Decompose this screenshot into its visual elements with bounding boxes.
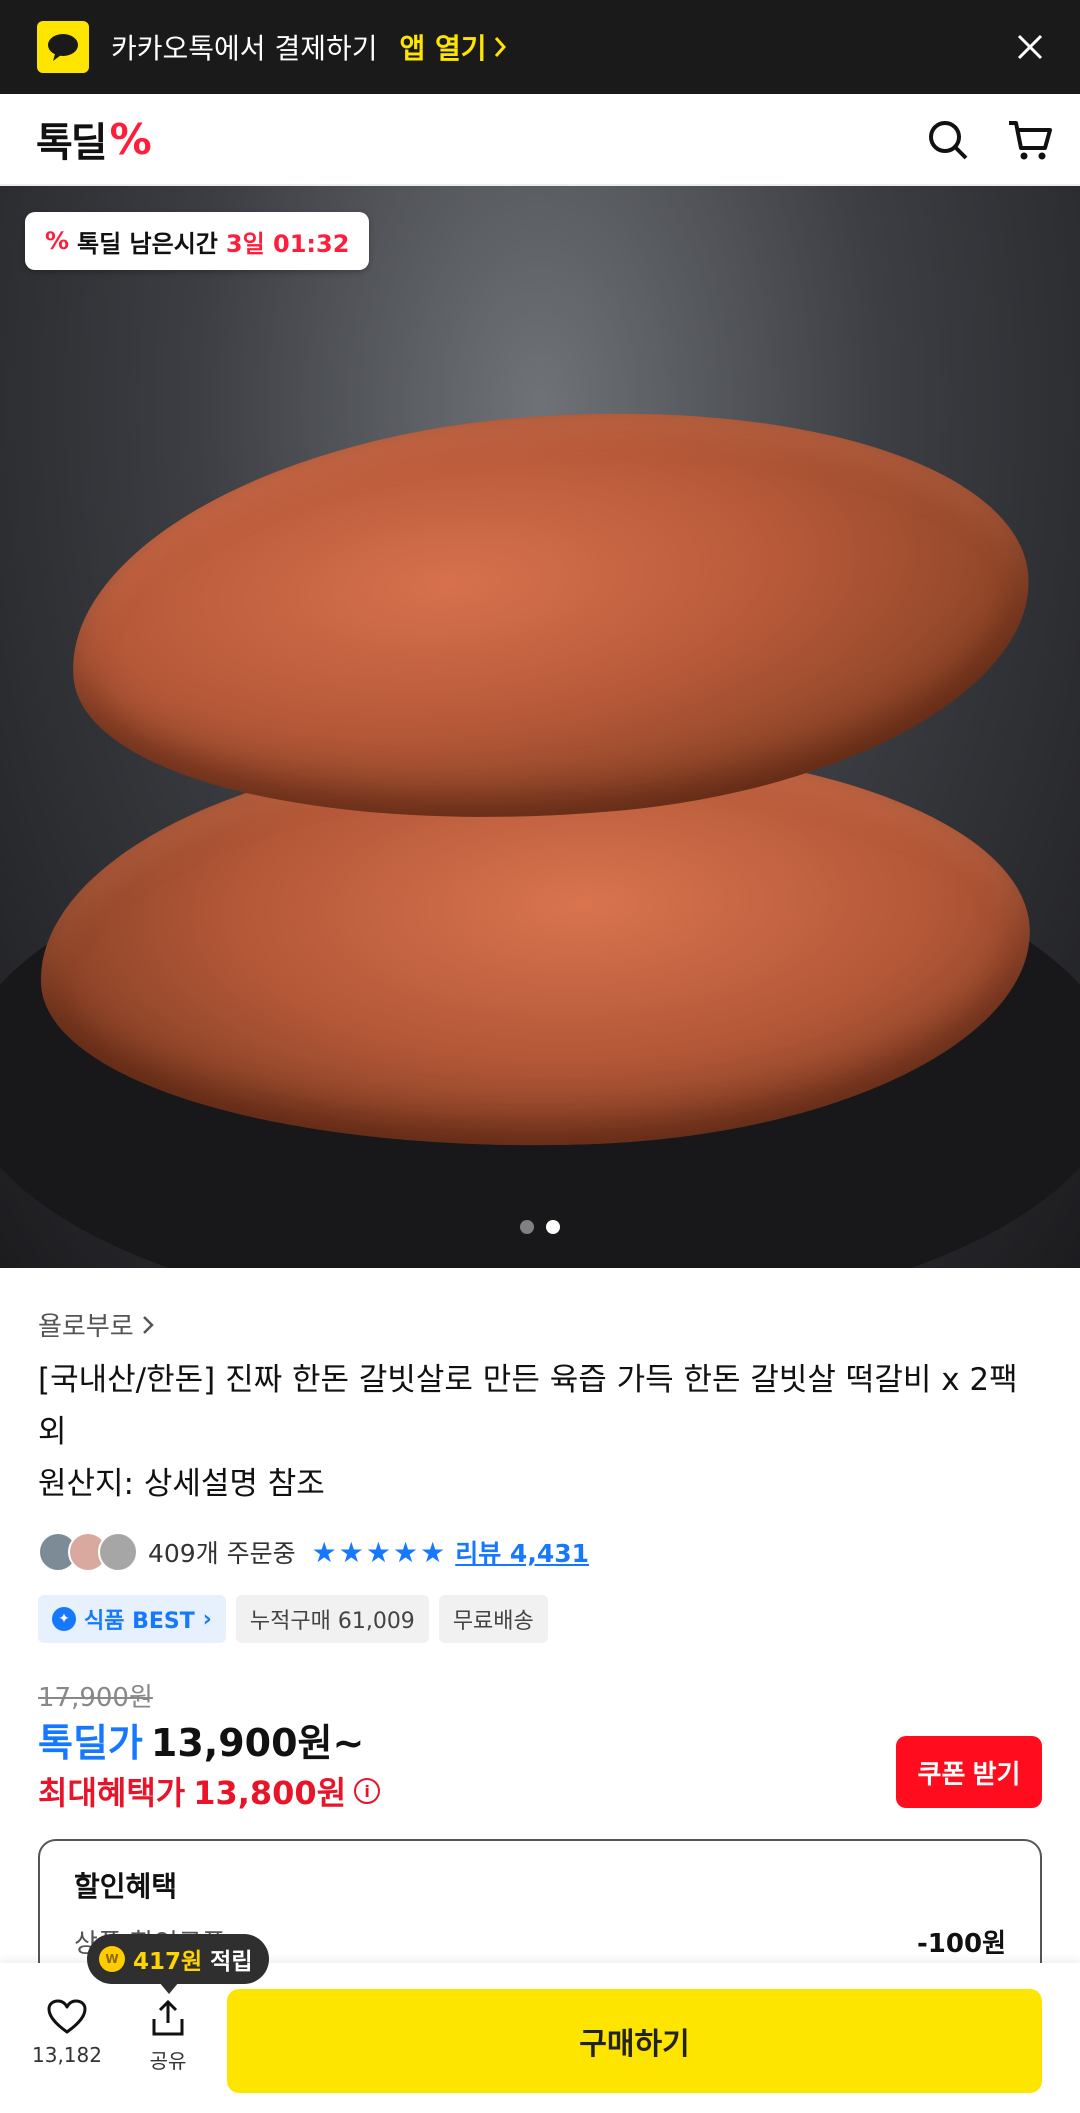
star-icon: ★ xyxy=(420,1535,446,1569)
deal-price-row: 톡딜가 13,900원~ xyxy=(38,1712,364,1767)
cumulative-purchase-tag: 누적구매 61,009 xyxy=(235,1595,429,1643)
star-icon: ★ xyxy=(311,1535,337,1569)
brand-mark: % xyxy=(109,114,152,164)
product-photo-top-patty xyxy=(54,374,1046,858)
kakao-banner[interactable]: 카카오톡에서 결제하기 앱 열기 xyxy=(0,0,1080,94)
percent-icon: % xyxy=(45,227,70,255)
close-icon[interactable] xyxy=(1006,23,1054,71)
seller-link[interactable]: 욜로부로 xyxy=(38,1306,154,1343)
carousel-indicator xyxy=(0,1220,1080,1234)
open-app-link[interactable]: 앱 열기 xyxy=(400,27,507,67)
free-shipping-tag: 무료배송 xyxy=(438,1595,548,1643)
kakao-banner-text: 카카오톡에서 결제하기 xyxy=(111,32,378,65)
coin-icon: W xyxy=(99,1946,125,1972)
chevron-right-icon xyxy=(494,37,506,57)
coupon-button[interactable]: 쿠폰 받기 xyxy=(896,1736,1042,1808)
deal-price: 13,900원~ xyxy=(150,1721,365,1765)
carousel-dot-active[interactable] xyxy=(546,1220,560,1234)
app-header: 톡딜 % xyxy=(0,94,1080,186)
like-count: 13,182 xyxy=(32,2043,102,2067)
timer-label: 톡딜 남은시간 xyxy=(77,229,218,258)
share-button[interactable]: 공유 xyxy=(128,1999,208,2074)
deal-price-label: 톡딜가 xyxy=(38,1721,143,1765)
info-icon[interactable]: i xyxy=(354,1778,381,1804)
max-benefit-price: 13,800원 xyxy=(193,1774,347,1812)
like-button[interactable]: 13,182 xyxy=(27,1999,107,2067)
badge-icon: ✦ xyxy=(52,1607,76,1631)
product-image-carousel[interactable]: % 톡딜 남은시간 3일 01:32 xyxy=(0,186,1080,1268)
chevron-right-icon: › xyxy=(202,1606,212,1632)
rating-stars: ★ ★ ★ ★ ★ xyxy=(312,1536,446,1569)
chevron-right-icon xyxy=(142,1315,154,1334)
discount-title: 할인혜택 xyxy=(74,1870,178,1903)
orders-count: 409개 주문중 xyxy=(148,1539,296,1568)
seller-name: 욜로부로 xyxy=(38,1312,134,1342)
open-app-label: 앱 열기 xyxy=(399,32,487,65)
deal-timer-badge: % 톡딜 남은시간 3일 01:32 xyxy=(25,212,370,270)
avatar xyxy=(98,1532,138,1572)
brand-name: 톡딜 xyxy=(36,120,108,166)
brand-logo[interactable]: 톡딜 % xyxy=(36,110,152,168)
cart-icon[interactable] xyxy=(1004,114,1056,166)
reward-amount: 417원 xyxy=(133,1949,203,1975)
reward-suffix: 적립 xyxy=(210,1949,253,1975)
carousel-dot[interactable] xyxy=(520,1220,534,1234)
social-proof-row: 409개 주문중 ★ ★ ★ ★ ★ 리뷰 4,431 xyxy=(38,1529,589,1575)
star-icon: ★ xyxy=(393,1535,419,1569)
discount-item-value: -100원 xyxy=(917,1929,1006,1959)
star-icon: ★ xyxy=(338,1535,364,1569)
heart-icon xyxy=(47,1999,87,2034)
buyer-avatars xyxy=(38,1532,138,1572)
max-benefit-label: 최대혜택가 xyxy=(38,1774,186,1812)
original-price: 17,900원 xyxy=(38,1683,153,1713)
kakao-chat-icon xyxy=(37,21,89,73)
buy-button[interactable]: 구매하기 xyxy=(227,1989,1042,2093)
share-label: 공유 xyxy=(149,2049,187,2073)
product-title: [국내산/한돈] 진짜 한돈 갈빗살로 만든 육즙 가득 한돈 갈빗살 떡갈비 … xyxy=(38,1362,1018,1450)
max-benefit-row: 최대혜택가 13,800원 i xyxy=(38,1768,381,1814)
timer-value: 3일 01:32 xyxy=(225,229,350,258)
star-icon: ★ xyxy=(365,1535,391,1569)
reward-tooltip: W 417원 적립 xyxy=(87,1934,269,1994)
product-origin: 원산지: 상세설명 참조 xyxy=(38,1466,325,1502)
best-badge[interactable]: ✦ 식품 BEST › xyxy=(38,1595,226,1643)
review-link[interactable]: 리뷰 4,431 xyxy=(455,1534,589,1570)
search-icon[interactable] xyxy=(922,114,974,166)
best-badge-label: 식품 BEST xyxy=(84,1609,195,1634)
share-icon xyxy=(152,1999,184,2036)
product-tags: ✦ 식품 BEST › 누적구매 61,009 무료배송 xyxy=(38,1595,548,1643)
